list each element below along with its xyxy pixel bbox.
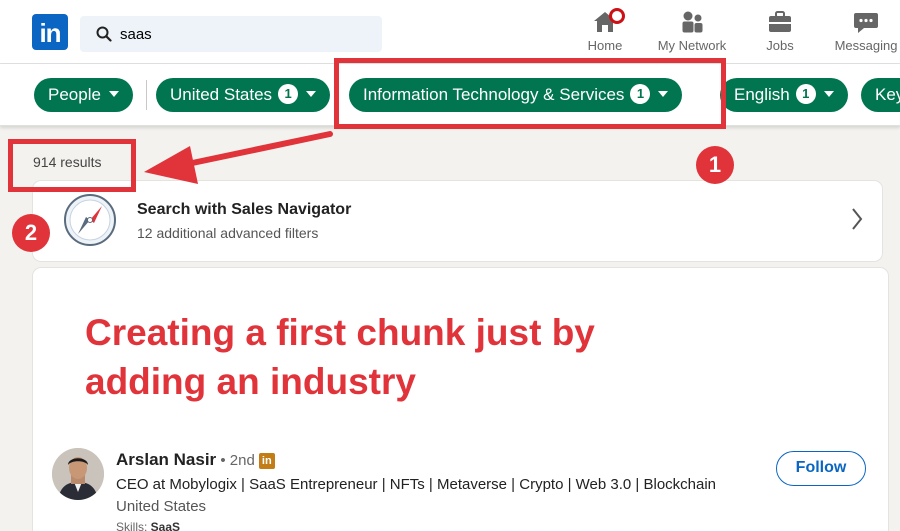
nav-item-home[interactable]: Home [582,8,628,56]
caret-down-icon [823,91,834,97]
search-bar[interactable] [80,16,382,52]
nav-label-home: Home [587,38,623,53]
chevron-right-icon [852,208,863,230]
caret-down-icon [306,91,317,97]
notification-dot [609,8,625,24]
filter-count-badge: 1 [278,84,299,104]
search-icon [96,26,112,42]
linkedin-premium-icon: in [258,453,275,469]
filter-count-badge: 1 [795,84,816,104]
nav-item-messaging[interactable]: Messaging [830,8,900,56]
industry-highlight-box [334,58,726,129]
nav-item-my-network[interactable]: My Network [652,8,732,56]
nav-label-messaging: Messaging [834,38,898,53]
annotation-caption-line1: Creating a first chunk just by [85,312,595,353]
network-icon [682,11,703,33]
compass-icon [64,194,116,246]
filter-language[interactable]: English 1 [720,78,848,112]
logo-text: in [39,18,61,48]
messaging-icon [854,13,878,33]
step-badge-1: 1 [696,146,734,184]
results-highlight-box [8,139,136,192]
annotation-caption: Creating a first chunk just by adding an… [85,308,705,406]
search-input[interactable] [120,16,370,52]
person-headline: CEO at Mobylogix | SaaS Entrepreneur | N… [116,476,717,493]
annotation-caption-line2: adding an industry [85,361,416,402]
sales-navigator-title: Search with Sales Navigator [137,201,352,218]
nav-label-my-network: My Network [657,38,727,53]
follow-button[interactable]: Follow [776,451,866,486]
nav-item-jobs[interactable]: Jobs [758,8,802,56]
filter-location-label: United States [170,85,273,104]
step-badge-2: 2 [12,214,50,252]
connection-degree: • 2nd [216,452,255,469]
filter-people-label: People [48,85,101,104]
filter-keywords-label: Key [875,85,900,104]
filter-language-label: English [734,85,790,104]
person-name-row[interactable]: Arslan Nasir • 2nd in [116,450,275,470]
briefcase-icon [769,11,791,32]
nav-label-jobs: Jobs [766,38,794,53]
annotation-arrow [144,131,333,184]
profile-photo [52,448,104,500]
person-skills: Skills: SaaS [116,520,180,531]
person-name[interactable]: Arslan Nasir [116,450,216,469]
filter-divider [146,80,147,110]
skills-label: Skills: [116,520,151,531]
avatar[interactable] [52,448,104,500]
filter-people[interactable]: People [34,78,133,112]
linkedin-logo[interactable]: in [32,14,68,50]
top-navigation-bar: in Home My Network Jobs [0,0,900,64]
caret-down-icon [108,91,119,97]
person-location: United States [116,498,207,515]
filter-keywords[interactable]: Key [861,78,900,112]
filter-locations[interactable]: United States 1 [156,78,331,112]
skills-value: SaaS [150,520,181,531]
sales-navigator-subtitle: 12 additional advanced filters [137,225,319,241]
